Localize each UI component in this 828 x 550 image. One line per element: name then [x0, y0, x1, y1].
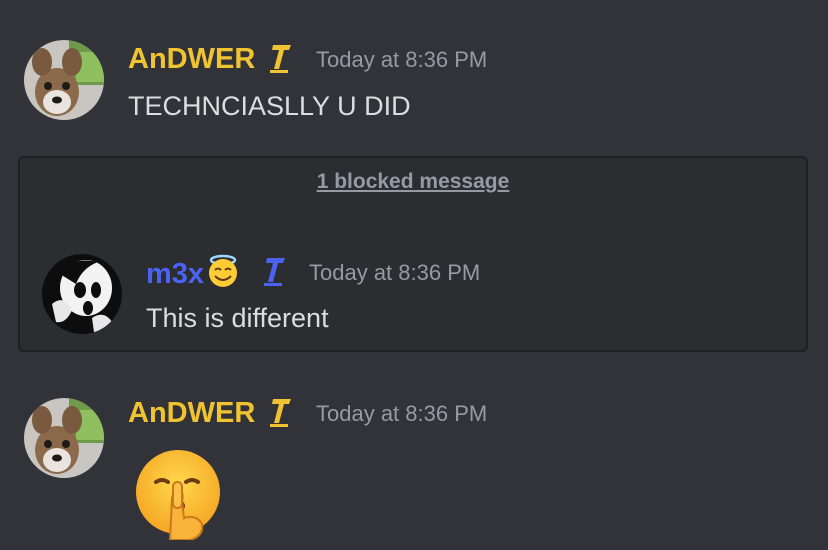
- blocked-message-toggle[interactable]: 1 blocked message: [20, 170, 806, 194]
- timestamp[interactable]: Today at 8:36 PM: [316, 46, 487, 74]
- author-name-text: m3x: [146, 258, 205, 291]
- role-badge-icon[interactable]: [262, 256, 288, 288]
- smiling-face-with-halo-icon: [204, 254, 242, 297]
- message-text: This is different: [146, 303, 329, 333]
- author-name[interactable]: AnDWER: [128, 41, 255, 77]
- avatar-andwer[interactable]: [24, 40, 104, 120]
- author-name[interactable]: m3x: [146, 254, 242, 297]
- role-badge-icon[interactable]: [268, 397, 294, 429]
- message-2[interactable]: AnDWER Today at 8:36 PM: [0, 360, 828, 550]
- role-badge-icon[interactable]: [268, 43, 294, 75]
- author-name[interactable]: AnDWER: [128, 395, 255, 431]
- chat-log: AnDWER Today at 8:36 PM TECHNCIASLLY U D…: [0, 0, 828, 550]
- blocked-message-container: 1 blocked message m3x Today at 8:36 PM T…: [18, 156, 808, 352]
- timestamp[interactable]: Today at 8:36 PM: [309, 259, 480, 287]
- avatar-m3x[interactable]: [42, 254, 122, 334]
- message-1[interactable]: AnDWER Today at 8:36 PM TECHNCIASLLY U D…: [0, 0, 828, 150]
- timestamp[interactable]: Today at 8:36 PM: [316, 400, 487, 428]
- shushing-face-emoji[interactable]: [132, 448, 224, 541]
- avatar-andwer[interactable]: [24, 398, 104, 478]
- message-text: TECHNCIASLLY U DID: [128, 91, 411, 121]
